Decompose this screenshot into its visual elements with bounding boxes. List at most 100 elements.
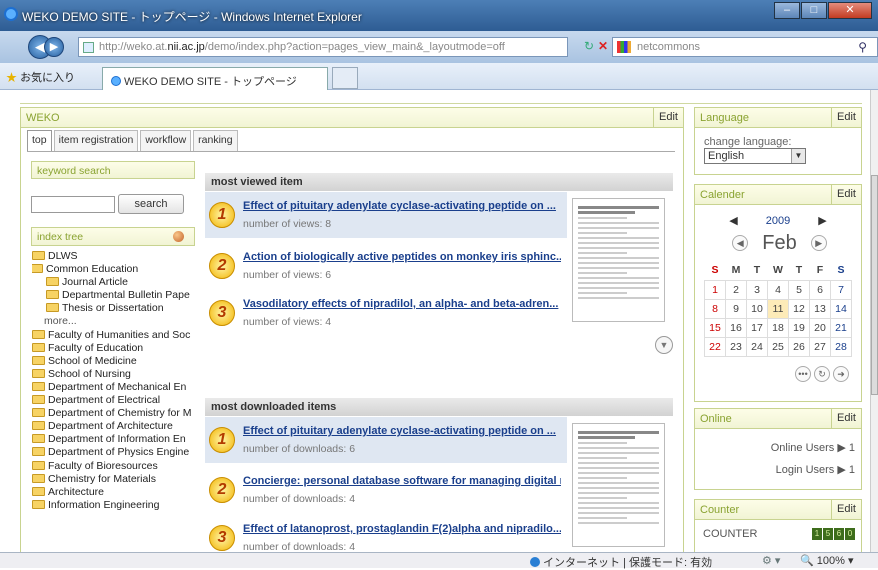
next-year-icon[interactable]: ▶ xyxy=(818,215,826,227)
calendar-day[interactable]: 23 xyxy=(725,336,747,357)
calendar-day[interactable]: 5 xyxy=(788,279,810,300)
item-title-link[interactable]: Vasodilatory effects of nipradilol, an a… xyxy=(243,298,561,310)
item-thumbnail[interactable] xyxy=(572,198,665,322)
calendar-day[interactable]: 25 xyxy=(767,336,789,357)
weko-edit-link[interactable]: Edit xyxy=(653,108,683,127)
calendar-day[interactable]: 17 xyxy=(746,317,768,338)
item-title-link[interactable]: Concierge: personal database software fo… xyxy=(243,475,561,487)
browser-tab-active[interactable]: WEKO DEMO SITE - トップページ xyxy=(102,67,328,90)
calendar-day[interactable]: 28 xyxy=(830,336,852,357)
security-icon[interactable]: ⚙ ▾ xyxy=(762,554,780,567)
tree-item[interactable]: Faculty of Bioresources xyxy=(32,460,208,473)
item-title-link[interactable]: Action of biologically active peptides o… xyxy=(243,251,561,263)
tree-item[interactable]: Department of Mechanical En xyxy=(32,381,208,394)
browser-search-input[interactable]: netcommons ⚲ xyxy=(612,37,878,57)
search-icon[interactable]: ⚲ xyxy=(858,40,867,54)
zoom-level[interactable]: 🔍 100% ▾ xyxy=(800,554,853,567)
tree-item[interactable]: DLWS xyxy=(32,250,208,263)
folder-icon xyxy=(32,355,45,365)
maximize-button[interactable]: □ xyxy=(801,2,827,19)
calendar-day[interactable]: 24 xyxy=(746,336,768,357)
tree-item[interactable]: Journal Article xyxy=(32,276,208,289)
calendar-day[interactable]: 1 xyxy=(704,279,726,300)
refresh-calendar-icon[interactable]: ↻ xyxy=(814,366,830,382)
tab-top[interactable]: top xyxy=(27,130,52,151)
rank-2-icon: 2 xyxy=(209,253,235,279)
search-button[interactable]: search xyxy=(118,194,184,214)
address-bar-row: ◀ ▶ http://weko.at.nii.ac.jp/demo/index.… xyxy=(0,31,878,63)
online-edit-link[interactable]: Edit xyxy=(831,409,861,428)
url-host: nii.ac.jp xyxy=(167,41,205,53)
scrollbar-thumb[interactable] xyxy=(871,175,878,395)
close-window-button[interactable]: ✕ xyxy=(828,2,872,19)
address-input[interactable]: http://weko.at.nii.ac.jp/demo/index.php?… xyxy=(78,37,568,57)
calendar-day[interactable]: 18 xyxy=(767,317,789,338)
calendar-day[interactable]: 21 xyxy=(830,317,852,338)
ball-icon[interactable] xyxy=(173,231,184,242)
tree-item[interactable]: Chemistry for Materials xyxy=(32,473,208,486)
language-edit-link[interactable]: Edit xyxy=(831,108,861,127)
chevron-down-icon[interactable]: ▼ xyxy=(791,149,805,163)
calendar-day[interactable]: 12 xyxy=(788,298,810,319)
forward-button[interactable]: ▶ xyxy=(44,37,64,57)
window-title-bar: WEKO DEMO SITE - トップページ - Windows Intern… xyxy=(0,0,878,31)
tree-item[interactable]: School of Medicine xyxy=(32,355,208,368)
favorites-button[interactable]: ★ お気に入り xyxy=(6,69,75,85)
calendar-day[interactable]: 8 xyxy=(704,298,726,319)
tree-item[interactable]: Faculty of Education xyxy=(32,342,208,355)
calendar-day[interactable]: 10 xyxy=(746,298,768,319)
minimize-button[interactable]: – xyxy=(774,2,800,19)
stop-icon[interactable]: ✕ xyxy=(598,39,608,53)
calendar-day[interactable]: 4 xyxy=(767,279,789,300)
refresh-icon[interactable]: ↻ xyxy=(584,39,594,53)
counter-edit-link[interactable]: Edit xyxy=(831,500,861,519)
tree-more-link[interactable]: more... xyxy=(32,315,208,328)
tab-workflow[interactable]: workflow xyxy=(140,130,192,151)
calendar-day[interactable]: 13 xyxy=(809,298,831,319)
item-title-link[interactable]: Effect of pituitary adenylate cyclase-ac… xyxy=(243,425,561,437)
tree-item[interactable]: Department of Information En xyxy=(32,433,208,446)
scroll-down-icon[interactable]: ▼ xyxy=(655,336,673,354)
tree-item[interactable]: School of Nursing xyxy=(32,368,208,381)
calendar-day[interactable]: 9 xyxy=(725,298,747,319)
item-thumbnail[interactable] xyxy=(572,423,665,547)
calendar-day-today[interactable]: 11 xyxy=(767,298,789,319)
item-download-count: number of downloads: 4 xyxy=(243,541,356,552)
item-title-link[interactable]: Effect of pituitary adenylate cyclase-ac… xyxy=(243,200,561,212)
more-icon[interactable]: ••• xyxy=(795,366,811,382)
tree-item[interactable]: Common Education xyxy=(32,263,208,276)
calendar-day[interactable]: 6 xyxy=(809,279,831,300)
tree-item[interactable]: Departmental Bulletin Pape xyxy=(32,289,208,302)
tree-item[interactable]: Department of Architecture xyxy=(32,420,208,433)
calendar-day[interactable]: 7 xyxy=(830,279,852,300)
calendar-day[interactable]: 20 xyxy=(809,317,831,338)
next-month-icon[interactable]: ▶ xyxy=(810,235,827,251)
tree-item[interactable]: Architecture xyxy=(32,486,208,499)
item-title-link[interactable]: Effect of latanoprost, prostaglandin F(2… xyxy=(243,523,561,535)
tree-item[interactable]: Department of Physics Engine xyxy=(32,446,208,459)
tab-ranking[interactable]: ranking xyxy=(193,130,238,151)
calendar-day[interactable]: 19 xyxy=(788,317,810,338)
calendar-edit-link[interactable]: Edit xyxy=(831,185,861,204)
goto-icon[interactable]: ➜ xyxy=(833,366,849,382)
calendar-day[interactable]: 27 xyxy=(809,336,831,357)
calendar-day[interactable]: 22 xyxy=(704,336,726,357)
tree-item[interactable]: Department of Electrical xyxy=(32,394,208,407)
tree-item[interactable]: Faculty of Humanities and Soc xyxy=(32,329,208,342)
keyword-search-input[interactable] xyxy=(31,196,115,213)
tree-item[interactable]: Information Engineering xyxy=(32,499,208,512)
search-provider-icon xyxy=(617,41,631,53)
calendar-day[interactable]: 16 xyxy=(725,317,747,338)
calendar-day[interactable]: 2 xyxy=(725,279,747,300)
tab-item-registration[interactable]: item registration xyxy=(53,130,139,151)
prev-year-icon[interactable]: ◀ xyxy=(729,215,737,227)
calendar-day[interactable]: 26 xyxy=(788,336,810,357)
tree-item[interactable]: Department of Chemistry for M xyxy=(32,407,208,420)
tree-item[interactable]: Thesis or Dissertation xyxy=(32,302,208,315)
calendar-day[interactable]: 14 xyxy=(830,298,852,319)
new-tab-button[interactable] xyxy=(332,67,358,89)
language-select[interactable]: English ▼ xyxy=(704,148,806,164)
calendar-day[interactable]: 3 xyxy=(746,279,768,300)
prev-month-icon[interactable]: ◀ xyxy=(732,235,749,251)
calendar-day[interactable]: 15 xyxy=(704,317,726,338)
